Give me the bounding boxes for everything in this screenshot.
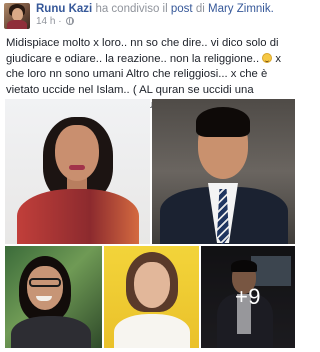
photo-young-man-suit[interactable] [152, 99, 295, 244]
photo-woman-red-saree[interactable] [5, 99, 150, 244]
shared-post-link[interactable]: post [171, 3, 193, 15]
post-text-part-1: Midispiace molto x loro.. nn so che dire… [6, 37, 279, 65]
photo-woman-glasses[interactable] [5, 246, 102, 348]
post-timestamp[interactable]: 14 h [36, 16, 55, 27]
timestamp-separator: · [58, 16, 62, 27]
share-action-suffix: di [195, 3, 205, 15]
photo-man-speaking[interactable]: +9 [201, 246, 295, 348]
post-header: Runu Kazi ha condiviso il post di Mary Z… [4, 1, 296, 29]
smile-emoji-icon [262, 52, 273, 63]
globe-icon[interactable] [66, 17, 75, 25]
share-action-text: ha condiviso il [95, 3, 168, 15]
author-avatar[interactable] [4, 3, 30, 29]
post-header-line: Runu Kazi ha condiviso il post di Mary Z… [36, 2, 274, 16]
post-timestamp-row: 14 h · [36, 16, 75, 28]
more-photos-count[interactable]: +9 [201, 246, 295, 348]
author-name[interactable]: Runu Kazi [36, 3, 92, 15]
photo-grid: +9 [5, 99, 295, 348]
photo-woman-yellow-background[interactable] [104, 246, 199, 348]
original-author-link[interactable]: Mary Zimnik. [208, 3, 274, 15]
